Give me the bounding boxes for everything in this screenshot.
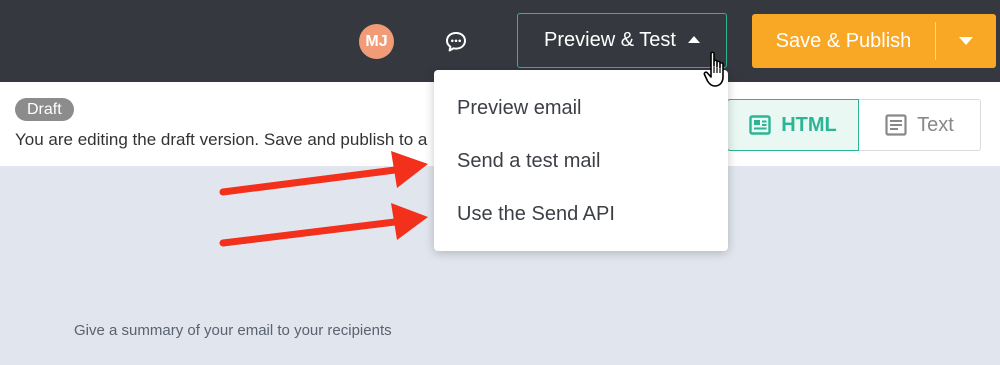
menu-item-preview-email[interactable]: Preview email bbox=[457, 97, 581, 120]
chat-bubble-icon[interactable] bbox=[444, 30, 468, 54]
draft-badge-label: Draft bbox=[27, 100, 62, 118]
save-publish-label: Save & Publish bbox=[775, 29, 912, 52]
html-toggle-label: HTML bbox=[781, 113, 837, 136]
draft-badge: Draft bbox=[15, 98, 74, 121]
draft-notice-text: You are editing the draft version. Save … bbox=[15, 130, 428, 149]
save-publish-button[interactable]: Save & Publish bbox=[752, 14, 935, 68]
html-toggle-button[interactable]: HTML bbox=[727, 99, 859, 151]
preview-test-menu: Preview email Send a test mail Use the S… bbox=[434, 70, 728, 251]
menu-item-send-test-mail[interactable]: Send a test mail bbox=[457, 150, 600, 173]
html-layout-icon bbox=[749, 115, 771, 135]
text-toggle-label: Text bbox=[917, 113, 954, 136]
hand-pointer-cursor-icon bbox=[703, 51, 724, 87]
save-publish-button-group: Save & Publish bbox=[752, 14, 996, 68]
text-document-icon bbox=[885, 114, 907, 136]
caret-up-icon bbox=[687, 36, 700, 43]
summary-placeholder[interactable]: Give a summary of your email to your rec… bbox=[74, 322, 392, 339]
avatar-initials: MJ bbox=[365, 32, 388, 50]
text-toggle-button[interactable]: Text bbox=[859, 100, 980, 150]
publish-options-toggle[interactable] bbox=[936, 14, 996, 68]
preview-test-button[interactable]: Preview & Test bbox=[517, 13, 727, 68]
menu-item-send-api[interactable]: Use the Send API bbox=[457, 203, 615, 226]
user-avatar[interactable]: MJ bbox=[359, 24, 394, 59]
preview-test-label: Preview & Test bbox=[544, 29, 676, 51]
annotation-arrow-icon bbox=[219, 203, 428, 247]
caret-down-icon bbox=[959, 37, 973, 45]
format-toggle: HTML Text bbox=[727, 99, 981, 151]
